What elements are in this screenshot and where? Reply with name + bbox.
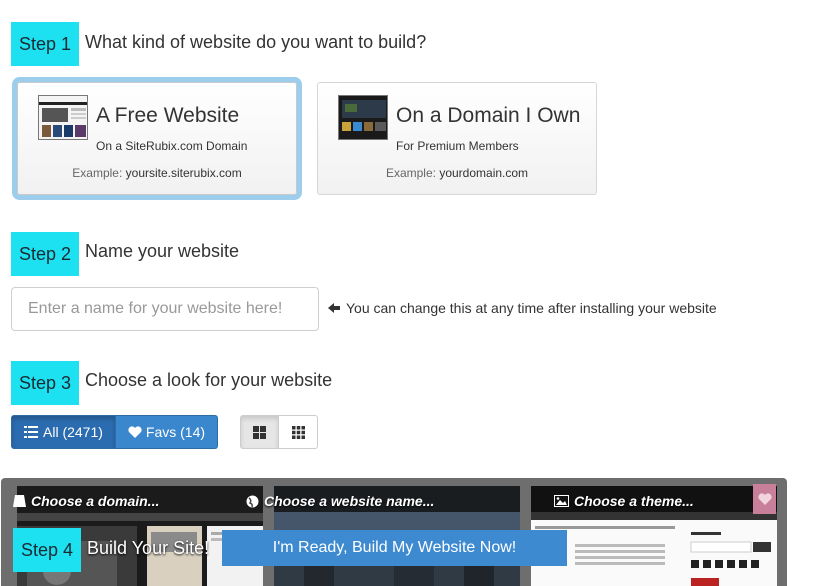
bookmark-icon: [13, 495, 26, 507]
hint-text: You can change this at any time after in…: [346, 300, 717, 316]
example-value: yourdomain.com: [439, 166, 529, 180]
preview-label: Choose a theme...: [554, 493, 694, 509]
step-1-badge: Step 1: [11, 22, 79, 66]
image-icon: [554, 495, 569, 507]
large-grid-icon: [253, 425, 266, 439]
filter-all-label: All (2471): [43, 424, 103, 440]
card-title: A Free Website: [96, 104, 240, 127]
card-example: Example: yoursite.siterubix.com: [18, 166, 296, 180]
example-label: Example:: [385, 166, 436, 180]
step-2-badge: Step 2: [11, 232, 79, 276]
step-3-badge: Step 3: [11, 361, 79, 405]
arrow-left-icon: [328, 301, 340, 316]
website-thumbnail-icon: [38, 95, 88, 140]
list-icon: [24, 426, 38, 438]
preview-label-text: Choose a website name...: [264, 493, 435, 509]
preview-label-text: Choose a theme...: [574, 493, 694, 509]
filter-group: All (2471) Favs (14): [11, 415, 219, 449]
example-label: Example:: [72, 166, 123, 180]
card-subtitle: For Premium Members: [396, 139, 519, 153]
filter-favs-label: Favs (14): [145, 424, 206, 440]
example-value: yoursite.siterubix.com: [125, 166, 242, 180]
free-website-card[interactable]: A Free Website On a SiteRubix.com Domain…: [17, 82, 297, 195]
filter-all-button[interactable]: All (2471): [11, 415, 116, 449]
website-name-input[interactable]: [11, 287, 319, 331]
website-thumbnail-icon: [338, 95, 388, 140]
favorite-button[interactable]: [753, 484, 776, 514]
globe-icon: [246, 495, 259, 508]
small-grid-icon: [291, 425, 305, 439]
step-3-title: Choose a look for your website: [85, 370, 333, 390]
build-website-button[interactable]: I'm Ready, Build My Website Now!: [222, 530, 567, 566]
small-grid-view-button[interactable]: [279, 415, 318, 449]
preview-label: Choose a domain...: [13, 493, 159, 509]
heart-icon: [128, 426, 142, 438]
preview-label-text: Choose a domain...: [31, 493, 160, 509]
card-example: Example: yourdomain.com: [318, 166, 596, 180]
step-1-title: What kind of website do you want to buil…: [85, 32, 427, 52]
large-grid-view-button[interactable]: [240, 415, 279, 449]
step-2-title: Name your website: [85, 241, 240, 261]
step-4-title: Build Your Site!: [87, 538, 210, 558]
step-4-badge: Step 4: [13, 528, 81, 572]
preview-label: Choose a website name...: [246, 493, 434, 509]
name-hint: You can change this at any time after in…: [328, 300, 717, 316]
filter-favs-button[interactable]: Favs (14): [115, 415, 219, 449]
own-domain-card[interactable]: On a Domain I Own For Premium Members Ex…: [317, 82, 597, 195]
card-subtitle: On a SiteRubix.com Domain: [96, 139, 248, 153]
heart-icon: [757, 493, 772, 505]
card-title: On a Domain I Own: [396, 104, 581, 127]
view-toggle-group: [240, 415, 318, 449]
